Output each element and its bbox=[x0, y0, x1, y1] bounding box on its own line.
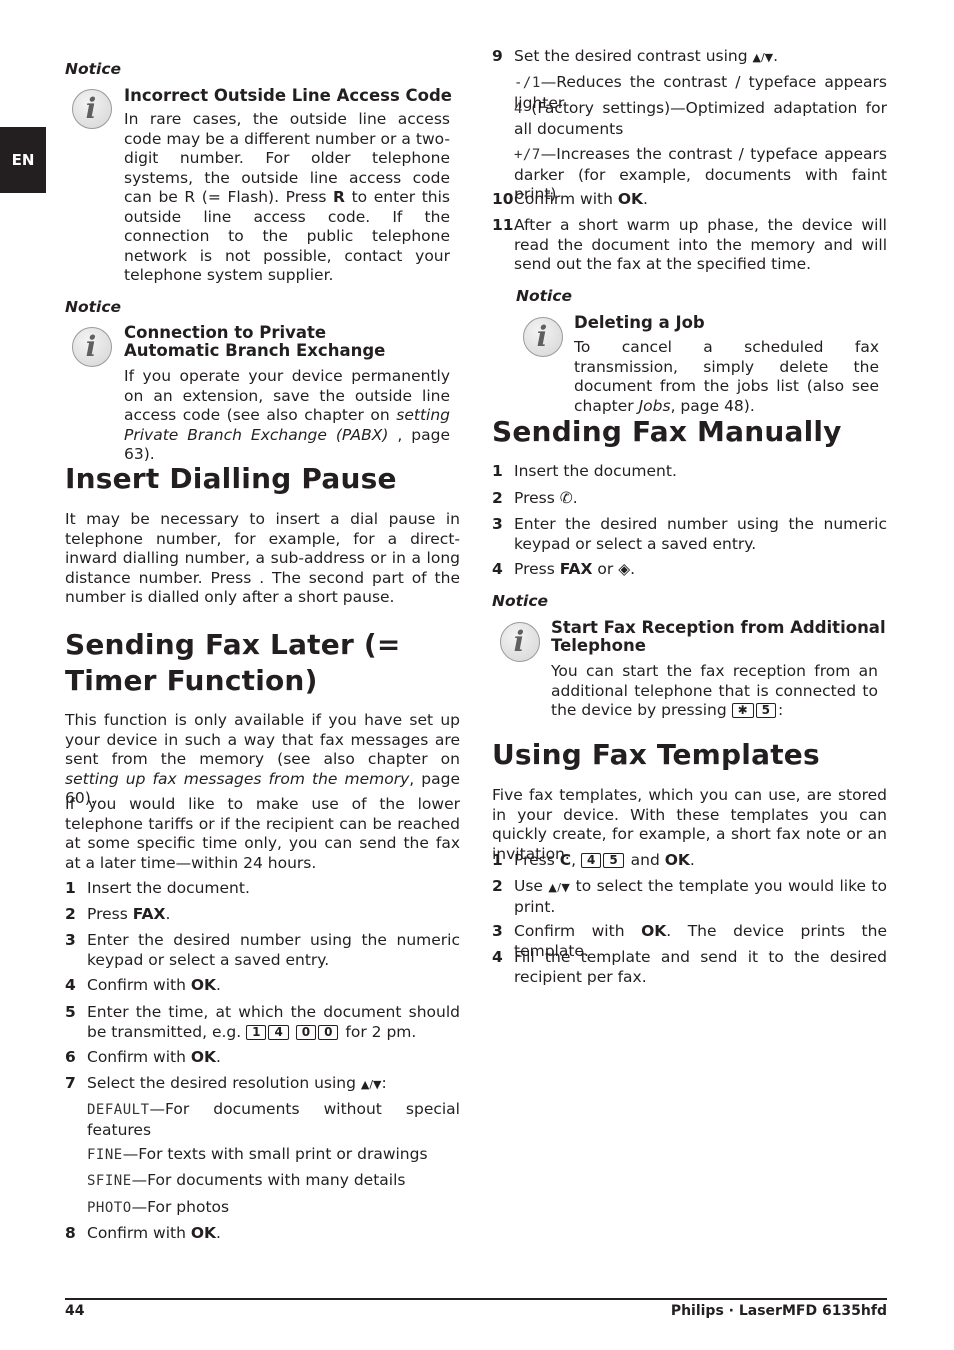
footer-divider bbox=[65, 1298, 887, 1300]
notice-body: You can start the fax reception from an … bbox=[551, 662, 878, 719]
notice-body: To cancel a scheduled fax transmission, … bbox=[574, 338, 879, 415]
step-item: 2 Use ▲/▼ to select the template you woul… bbox=[492, 877, 887, 916]
step-item: 5 Enter the time, at which the document s… bbox=[65, 1003, 460, 1041]
notice-label: Notice bbox=[65, 60, 122, 78]
section-heading: Insert Dialling Pause bbox=[65, 462, 397, 495]
step-item: 1 Insert the document. bbox=[492, 462, 677, 480]
notice-label: Notice bbox=[516, 287, 573, 305]
step-item: 4 Confirm with OK. bbox=[65, 976, 221, 994]
notice-title: Incorrect Outside Line Access Code bbox=[124, 86, 452, 105]
info-icon: i bbox=[500, 622, 540, 662]
info-icon: i bbox=[72, 327, 112, 367]
section-heading: Using Fax Templates bbox=[492, 738, 820, 771]
step-item: 1 Press C, 45 and OK. bbox=[492, 851, 695, 869]
step-item: 7 Select the desired resolution using ▲/▼… bbox=[65, 1074, 387, 1092]
start-button-icon: ◈ bbox=[618, 560, 631, 578]
chapter-link[interactable]: Jobs bbox=[639, 397, 671, 415]
notice-body: If you operate your device permanently o… bbox=[124, 367, 450, 463]
step-item: 2 Press FAX. bbox=[65, 905, 171, 923]
step-item: 3 Enter the desired number using the nume… bbox=[492, 515, 887, 553]
step-item: 2 Press ✆. bbox=[492, 489, 578, 507]
up-down-arrows-icon: ▲/▼ bbox=[548, 881, 571, 894]
up-down-arrows-icon: ▲/▼ bbox=[360, 1078, 382, 1091]
notice-title: Deleting a Job bbox=[574, 313, 705, 332]
key-5: 5 bbox=[603, 853, 624, 868]
page-number: 44 bbox=[65, 1303, 85, 1319]
key-4: 4 bbox=[268, 1024, 289, 1040]
section-heading: Sending Fax Manually bbox=[492, 415, 842, 448]
key-1: 1 bbox=[246, 1024, 267, 1040]
chapter-link[interactable]: setting up fax messages from the memory bbox=[65, 770, 409, 788]
step-item: 6 Confirm with OK. bbox=[65, 1048, 221, 1066]
step-item: 4 Fill the template and send it to the de… bbox=[492, 948, 887, 986]
language-tab: EN bbox=[0, 127, 46, 193]
step-item: 3 Enter the desired number using the nume… bbox=[65, 931, 460, 969]
notice-title: Connection to Private Automatic Branch E… bbox=[124, 323, 386, 360]
product-name: Philips · LaserMFD 6135hfd bbox=[670, 1303, 887, 1319]
key-5: 5 bbox=[755, 703, 777, 718]
resolution-option: SFINE—For documents with many details bbox=[87, 1171, 406, 1189]
resolution-option: PHOTO—For photos bbox=[87, 1198, 230, 1216]
resolution-option: FINE—For texts with small print or drawi… bbox=[87, 1145, 428, 1163]
contrast-option: 4 (Factory settings)—Optimized adaptatio… bbox=[514, 99, 887, 138]
step-item: 8 Confirm with OK. bbox=[65, 1224, 221, 1242]
info-icon: i bbox=[523, 317, 563, 357]
paragraph: It may be necessary to insert a dial pau… bbox=[65, 510, 460, 606]
key-star: ✱ bbox=[731, 703, 754, 718]
paragraph: This function is only available if you h… bbox=[65, 711, 460, 807]
resolution-option: DEFAULT—For documents without special fe… bbox=[87, 1100, 460, 1139]
notice-title: Start Fax Reception from Additional Tele… bbox=[551, 618, 886, 655]
key-4: 4 bbox=[580, 853, 602, 868]
step-item: 4 Press FAX or ◈. bbox=[492, 560, 636, 578]
key-0: 0 bbox=[295, 1024, 317, 1040]
step-item: 10 Confirm with OK. bbox=[492, 190, 648, 208]
notice-body: In rare cases, the outside line access c… bbox=[124, 110, 450, 284]
notice-label: Notice bbox=[65, 298, 122, 316]
info-icon: i bbox=[72, 89, 112, 129]
section-heading: Sending Fax Later (= Timer Function) bbox=[65, 628, 401, 697]
step-item: 11 After a short warm up phase, the devic… bbox=[492, 216, 887, 273]
phone-handset-icon: ✆ bbox=[559, 489, 573, 507]
step-item: 9 Set the desired contrast using ▲/▼. bbox=[492, 47, 779, 65]
up-down-arrows-icon: ▲/▼ bbox=[752, 51, 774, 64]
paragraph: If you would like to make use of the low… bbox=[65, 795, 460, 872]
manual-page: EN Notice i Incorrect Outside Line Acces… bbox=[0, 0, 954, 1350]
notice-label: Notice bbox=[492, 592, 549, 610]
key-0: 0 bbox=[318, 1024, 339, 1040]
step-item: 1 Insert the document. bbox=[65, 879, 250, 897]
